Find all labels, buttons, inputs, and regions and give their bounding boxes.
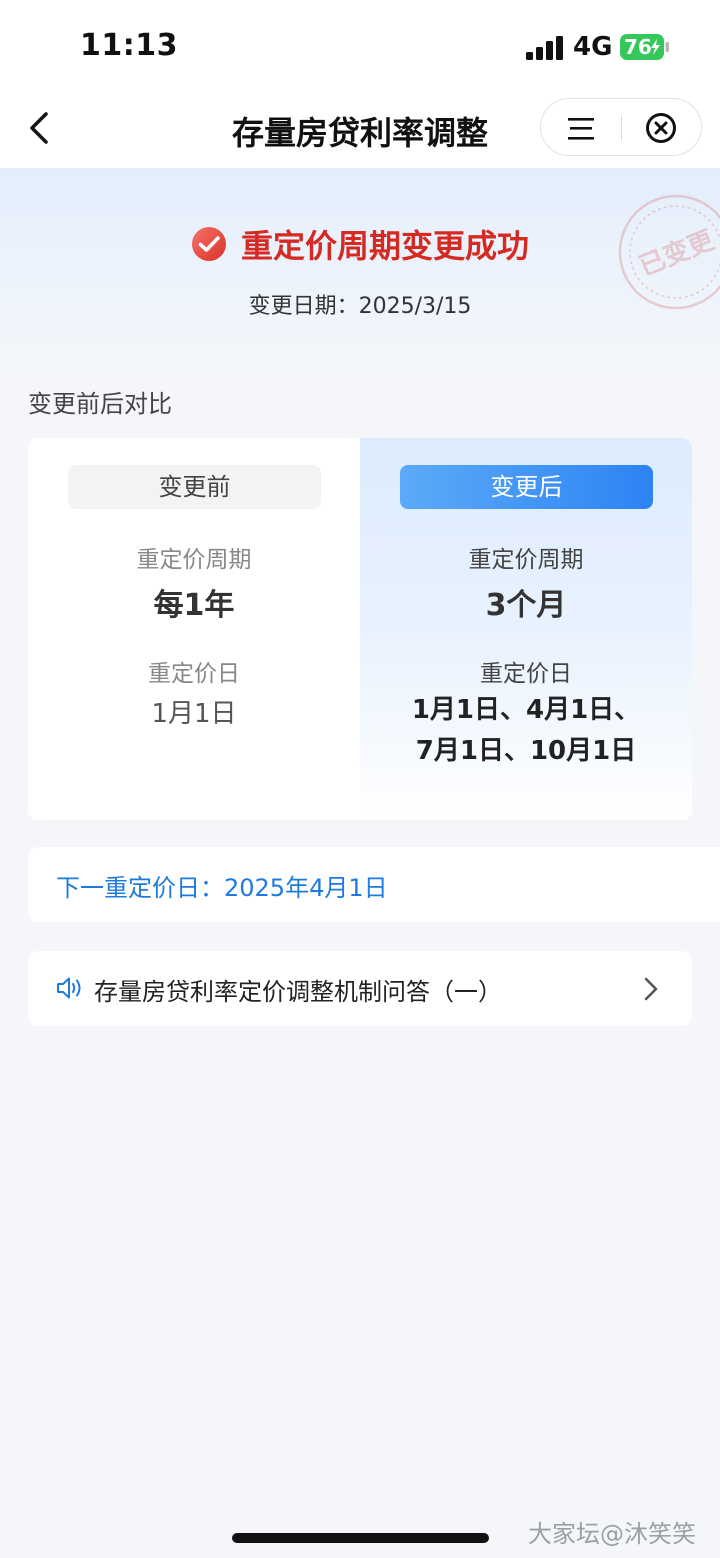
speaker-icon	[57, 977, 81, 999]
column-after: 变更后 重定价周期 3个月 重定价日 1月1日、4月1日、 7月1日、10月1日	[360, 438, 692, 820]
change-date-value: 2025/3/15	[358, 294, 472, 319]
after-period-value: 3个月	[485, 588, 567, 623]
next-reprice-text: 下一重定价日：2025年4月1日	[56, 874, 388, 902]
nav-bar: 存量房贷利率调整	[0, 96, 720, 168]
battery-level: 76	[624, 35, 652, 59]
before-period-value: 每1年	[153, 588, 235, 623]
status-bar: 11:13 4G 76	[0, 0, 720, 96]
next-reprice-card: 下一重定价日：2025年4月1日	[28, 847, 720, 922]
status-time: 11:13	[80, 28, 178, 63]
back-chevron-icon[interactable]	[26, 110, 54, 146]
faq-title: 存量房贷利率定价调整机制问答（一）	[94, 978, 502, 1006]
faq-link[interactable]: 存量房贷利率定价调整机制问答（一）	[28, 951, 692, 1026]
watermark: 大家坛@沐笑笑	[528, 1520, 696, 1548]
before-day-value: 1月1日	[151, 699, 237, 729]
after-day-label: 重定价日	[480, 661, 572, 687]
column-before: 变更前 重定价周期 每1年 重定价日 1月1日	[28, 438, 360, 820]
battery-icon: 76	[620, 34, 670, 60]
change-date-label: 变更日期：	[248, 294, 359, 319]
tag-after: 变更后	[400, 465, 653, 509]
before-period-label: 重定价周期	[136, 547, 252, 573]
capsule-divider	[621, 115, 622, 141]
signal-icon	[526, 36, 563, 60]
close-circle-icon[interactable]	[645, 112, 677, 144]
success-row: 重定价周期变更成功	[0, 220, 720, 268]
after-day-value-line1: 1月1日、4月1日、	[411, 695, 641, 725]
tag-before: 变更前	[68, 465, 321, 509]
after-period-label: 重定价周期	[468, 547, 584, 573]
page: 11:13 4G 76 存量房贷利率调整 已变更 重定价周期变更成功 变更日期：…	[0, 0, 720, 1558]
chevron-right-icon	[644, 977, 658, 1001]
comparison-card: 变更前 重定价周期 每1年 重定价日 1月1日 变更后 重定价周期 3个月 重定…	[28, 438, 692, 820]
home-indicator[interactable]	[232, 1533, 489, 1543]
before-day-label: 重定价日	[148, 661, 240, 687]
success-check-icon	[191, 227, 226, 261]
network-label: 4G	[573, 32, 613, 62]
mini-program-capsule	[540, 98, 702, 156]
result-hero: 已变更 重定价周期变更成功 变更日期：2025/3/15	[0, 168, 720, 378]
after-day-value: 1月1日、4月1日、 7月1日、10月1日	[360, 690, 692, 772]
menu-icon[interactable]	[567, 114, 595, 142]
after-day-value-line2: 7月1日、10月1日	[415, 736, 637, 766]
section-label-compare: 变更前后对比	[28, 390, 172, 418]
change-date: 变更日期：2025/3/15	[0, 288, 720, 320]
success-title: 重定价周期变更成功	[240, 227, 529, 265]
